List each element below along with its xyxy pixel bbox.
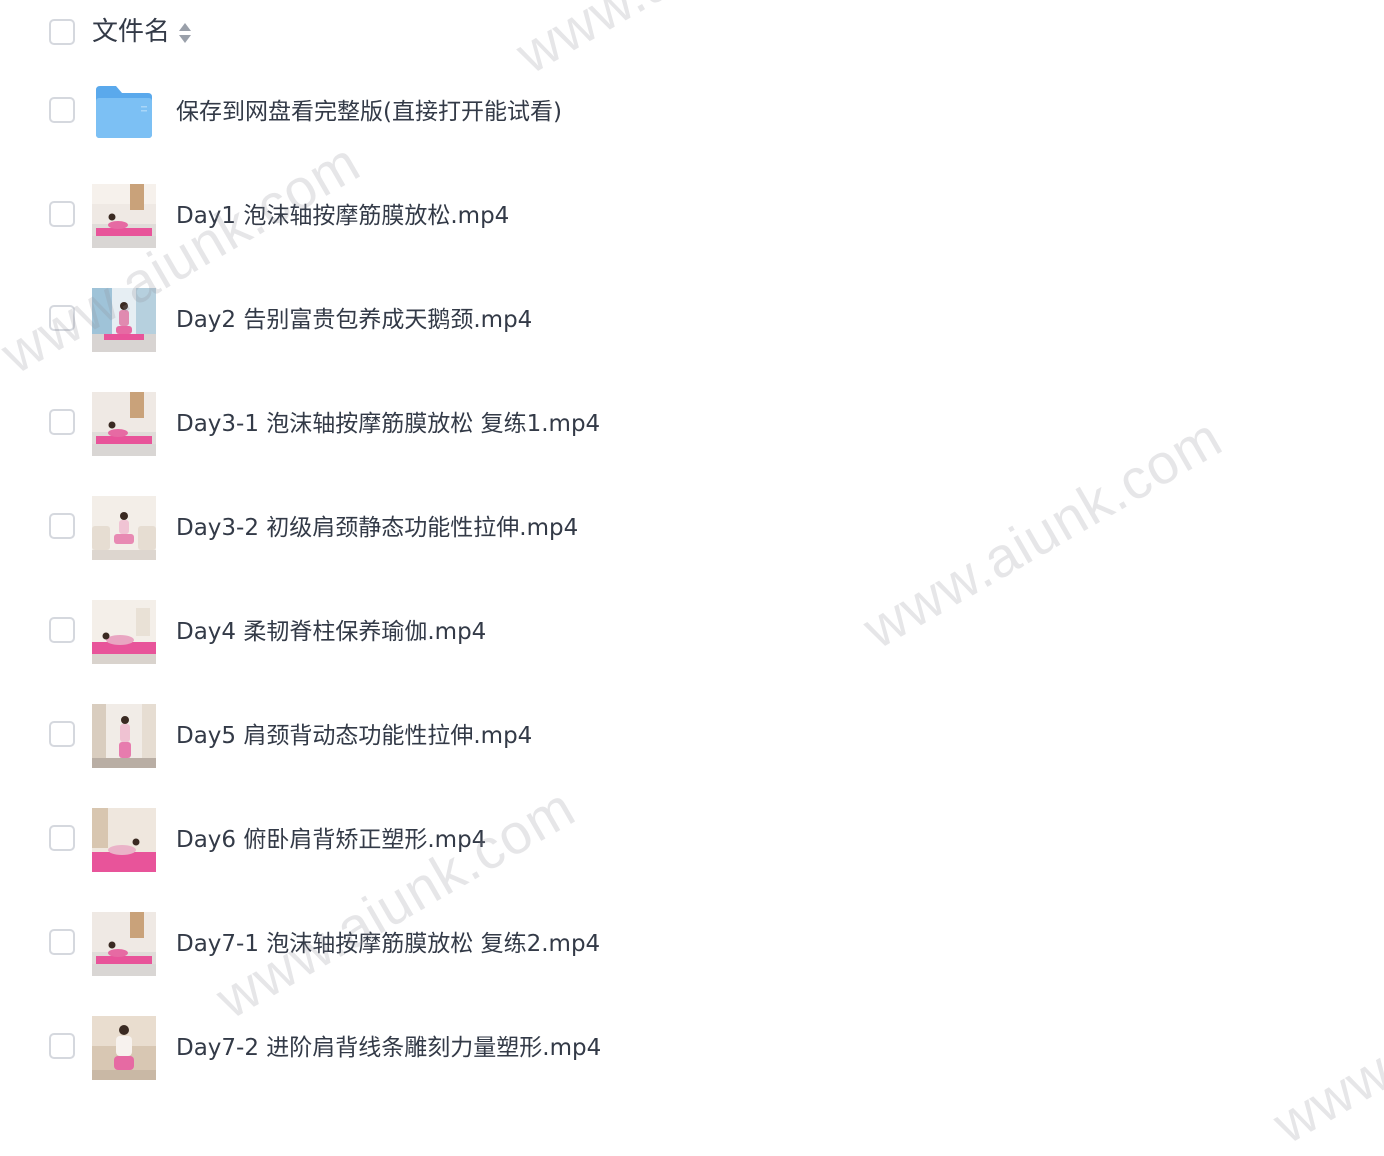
file-name[interactable]: Day4 柔韧脊柱保养瑜伽.mp4 [176, 610, 486, 654]
sort-updown-icon[interactable] [178, 21, 192, 45]
file-row[interactable]: Day2 告别富贵包养成天鹅颈.mp4 [0, 268, 1384, 372]
video-thumbnail [92, 600, 156, 664]
file-name[interactable]: 保存到网盘看完整版(直接打开能试看) [176, 90, 562, 134]
file-row[interactable]: Day3-2 初级肩颈静态功能性拉伸.mp4 [0, 476, 1384, 580]
video-thumbnail [92, 808, 156, 872]
row-checkbox[interactable] [49, 513, 75, 539]
file-list-header: 文件名 [0, 0, 1384, 64]
column-header-filename[interactable]: 文件名 [92, 14, 170, 50]
file-row[interactable]: Day7-2 进阶肩背线条雕刻力量塑形.mp4 [0, 996, 1384, 1100]
file-name[interactable]: Day2 告别富贵包养成天鹅颈.mp4 [176, 298, 532, 342]
row-checkbox[interactable] [49, 305, 75, 331]
row-checkbox[interactable] [49, 409, 75, 435]
select-all-checkbox[interactable] [49, 19, 75, 45]
video-thumbnail [92, 1016, 156, 1080]
video-thumbnail [92, 392, 156, 456]
file-row[interactable]: Day7-1 泡沫轴按摩筋膜放松 复练2.mp4 [0, 892, 1384, 996]
row-checkbox[interactable] [49, 617, 75, 643]
file-name[interactable]: Day3-2 初级肩颈静态功能性拉伸.mp4 [176, 506, 578, 550]
file-row[interactable]: Day5 肩颈背动态功能性拉伸.mp4 [0, 684, 1384, 788]
row-checkbox[interactable] [49, 929, 75, 955]
file-row[interactable]: Day4 柔韧脊柱保养瑜伽.mp4 [0, 580, 1384, 684]
row-checkbox[interactable] [49, 201, 75, 227]
row-checkbox[interactable] [49, 721, 75, 747]
row-checkbox[interactable] [49, 97, 75, 123]
row-checkbox[interactable] [49, 1033, 75, 1059]
file-name[interactable]: Day7-2 进阶肩背线条雕刻力量塑形.mp4 [176, 1026, 601, 1070]
video-thumbnail [92, 912, 156, 976]
file-row[interactable]: Day1 泡沫轴按摩筋膜放松.mp4 [0, 164, 1384, 268]
folder-icon [96, 86, 152, 138]
file-row[interactable]: 保存到网盘看完整版(直接打开能试看) [0, 60, 1384, 164]
video-thumbnail [92, 288, 156, 352]
row-checkbox[interactable] [49, 825, 75, 851]
file-name[interactable]: Day3-1 泡沫轴按摩筋膜放松 复练1.mp4 [176, 402, 600, 446]
video-thumbnail [92, 184, 156, 248]
video-thumbnail [92, 496, 156, 560]
file-row[interactable]: Day6 俯卧肩背矫正塑形.mp4 [0, 788, 1384, 892]
file-name[interactable]: Day1 泡沫轴按摩筋膜放松.mp4 [176, 194, 509, 238]
file-row[interactable]: Day3-1 泡沫轴按摩筋膜放松 复练1.mp4 [0, 372, 1384, 476]
file-name[interactable]: Day6 俯卧肩背矫正塑形.mp4 [176, 818, 486, 862]
file-name[interactable]: Day7-1 泡沫轴按摩筋膜放松 复练2.mp4 [176, 922, 600, 966]
video-thumbnail [92, 704, 156, 768]
file-name[interactable]: Day5 肩颈背动态功能性拉伸.mp4 [176, 714, 532, 758]
